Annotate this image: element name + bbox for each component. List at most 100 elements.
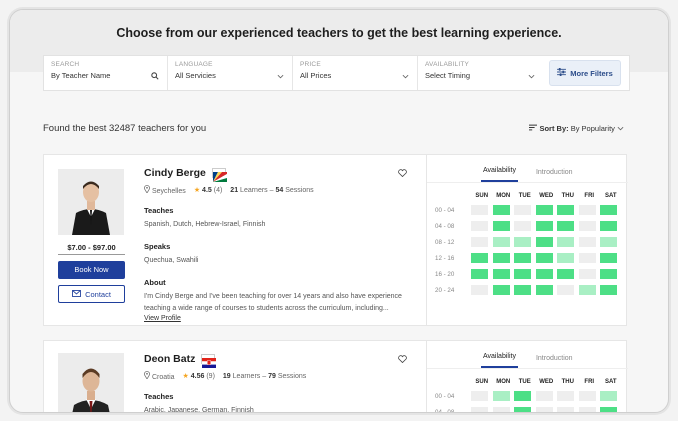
tab-introduction[interactable]: Introduction	[536, 355, 573, 368]
availability-slot-sat[interactable]	[600, 221, 617, 231]
availability-slot-sat[interactable]	[600, 205, 617, 215]
availability-slot-fri[interactable]	[578, 237, 596, 247]
teacher-photo[interactable]	[58, 169, 124, 235]
availability-slot-mon[interactable]	[492, 391, 510, 401]
availability-slot-fri[interactable]	[578, 221, 596, 231]
sort-dropdown[interactable]: Sort By: By Popularity	[529, 124, 624, 133]
availability-select[interactable]: AVAILABILITY Select Timing	[418, 56, 543, 90]
availability-slot-tue[interactable]	[514, 391, 531, 401]
availability-slot-thu[interactable]	[557, 269, 574, 279]
availability-slot-sun[interactable]	[471, 221, 488, 231]
time-slot-label: 04 - 08	[435, 222, 455, 230]
availability-slot-mon[interactable]	[492, 269, 510, 279]
search-input[interactable]: By Teacher Name	[51, 71, 160, 80]
availability-slot-tue[interactable]	[514, 253, 531, 263]
availability-slot-sun[interactable]	[471, 285, 488, 295]
availability-slot-sun[interactable]	[471, 269, 488, 279]
availability-slot-tue[interactable]	[514, 205, 531, 215]
availability-slot-thu[interactable]	[557, 285, 574, 295]
availability-slot-thu[interactable]	[557, 237, 574, 247]
availability-slot-tue[interactable]	[514, 285, 531, 295]
availability-slot-mon[interactable]	[492, 205, 510, 215]
availability-grid: SUN MON TUE WED THU FRI SAT 00 - 04 04 -…	[435, 193, 622, 295]
availability-slot-mon[interactable]	[492, 221, 510, 231]
availability-slot-sat[interactable]	[600, 285, 617, 295]
availability-slot-wed[interactable]	[535, 253, 553, 263]
tab-introduction[interactable]: Introduction	[536, 169, 573, 182]
availability-slot-thu[interactable]	[557, 407, 574, 412]
heart-icon[interactable]	[398, 355, 407, 365]
learners-number: 19	[222, 372, 231, 380]
availability-slot-sat[interactable]	[600, 391, 617, 401]
teacher-name[interactable]: Cindy Berge	[144, 167, 206, 179]
availability-slot-thu[interactable]	[557, 205, 574, 215]
availability-slot-tue[interactable]	[514, 407, 531, 412]
teacher-name[interactable]: Deon Batz	[144, 353, 195, 365]
availability-slot-fri[interactable]	[578, 285, 596, 295]
search-label: SEARCH	[51, 61, 80, 68]
availability-slot-sat[interactable]	[600, 269, 617, 279]
language-select[interactable]: LANGUAGE All Servicies	[168, 56, 293, 90]
availability-slot-mon[interactable]	[492, 407, 510, 412]
availability-slot-fri[interactable]	[578, 391, 596, 401]
filter-icon	[557, 68, 567, 78]
availability-slot-wed[interactable]	[535, 269, 553, 279]
view-profile-link[interactable]: View Profile	[144, 315, 414, 322]
availability-slot-thu[interactable]	[557, 391, 574, 401]
time-row: 12 - 16	[435, 253, 622, 263]
learners-label: Learners	[240, 186, 268, 194]
teacher-info: Cindy Berge Seychelles ★ 4.5 (4) 21 Lear…	[144, 167, 414, 322]
availability-panel: Availability Introduction SUN MON TUE WE…	[426, 341, 628, 412]
availability-slot-sun[interactable]	[471, 253, 488, 263]
availability-slot-sun[interactable]	[471, 391, 488, 401]
availability-slot-thu[interactable]	[557, 253, 574, 263]
tab-availability[interactable]: Availability	[481, 167, 518, 182]
availability-slot-fri[interactable]	[578, 407, 596, 412]
heart-icon[interactable]	[398, 169, 407, 179]
availability-slot-thu[interactable]	[557, 221, 574, 231]
availability-slot-mon[interactable]	[492, 237, 510, 247]
search-field[interactable]: SEARCH By Teacher Name	[44, 56, 168, 90]
book-now-button[interactable]: Book Now	[58, 261, 125, 279]
availability-slot-sat[interactable]	[600, 253, 617, 263]
availability-slot-wed[interactable]	[535, 205, 553, 215]
day-label: FRI	[584, 379, 595, 385]
day-label: WED	[539, 379, 554, 385]
availability-slot-wed[interactable]	[535, 407, 553, 412]
availability-slot-wed[interactable]	[535, 391, 553, 401]
availability-slot-sun[interactable]	[471, 205, 488, 215]
availability-slot-fri[interactable]	[578, 253, 596, 263]
availability-slot-wed[interactable]	[535, 237, 553, 247]
availability-slot-sat[interactable]	[600, 407, 617, 412]
availability-slot-fri[interactable]	[578, 205, 596, 215]
day-label: SUN	[475, 193, 489, 199]
day-label: MON	[496, 193, 511, 199]
time-row: 00 - 04	[435, 205, 622, 215]
availability-slot-tue[interactable]	[514, 221, 531, 231]
language-label: LANGUAGE	[175, 61, 213, 68]
availability-slot-mon[interactable]	[492, 285, 510, 295]
tab-availability[interactable]: Availability	[481, 353, 518, 368]
country: Croatia	[151, 374, 175, 381]
availability-slot-sun[interactable]	[471, 237, 488, 247]
availability-grid: SUN MON TUE WED THU FRI SAT 00 - 04 04 -…	[435, 379, 622, 412]
availability-slot-tue[interactable]	[514, 237, 531, 247]
sessions-label: Sessions	[285, 186, 314, 194]
availability-slot-fri[interactable]	[578, 269, 596, 279]
availability-slot-sat[interactable]	[600, 237, 617, 247]
contact-button[interactable]: Contact	[58, 285, 125, 303]
more-filters-button[interactable]: More Filters	[549, 60, 621, 86]
search-icon[interactable]	[151, 72, 159, 82]
availability-slot-wed[interactable]	[535, 221, 553, 231]
sessions-label: Sessions	[277, 372, 307, 380]
availability-slot-sun[interactable]	[471, 407, 488, 412]
price-select[interactable]: PRICE All Prices	[293, 56, 418, 90]
availability-slot-tue[interactable]	[514, 269, 531, 279]
rating: ★ 4.5 (4)	[194, 186, 222, 194]
availability-slot-mon[interactable]	[492, 253, 510, 263]
time-slot-label: 12 - 16	[435, 254, 455, 262]
speaks-value: Quechua, Swahili	[144, 256, 199, 264]
day-label: SUN	[475, 379, 489, 385]
availability-slot-wed[interactable]	[535, 285, 553, 295]
teacher-photo[interactable]	[58, 353, 124, 412]
